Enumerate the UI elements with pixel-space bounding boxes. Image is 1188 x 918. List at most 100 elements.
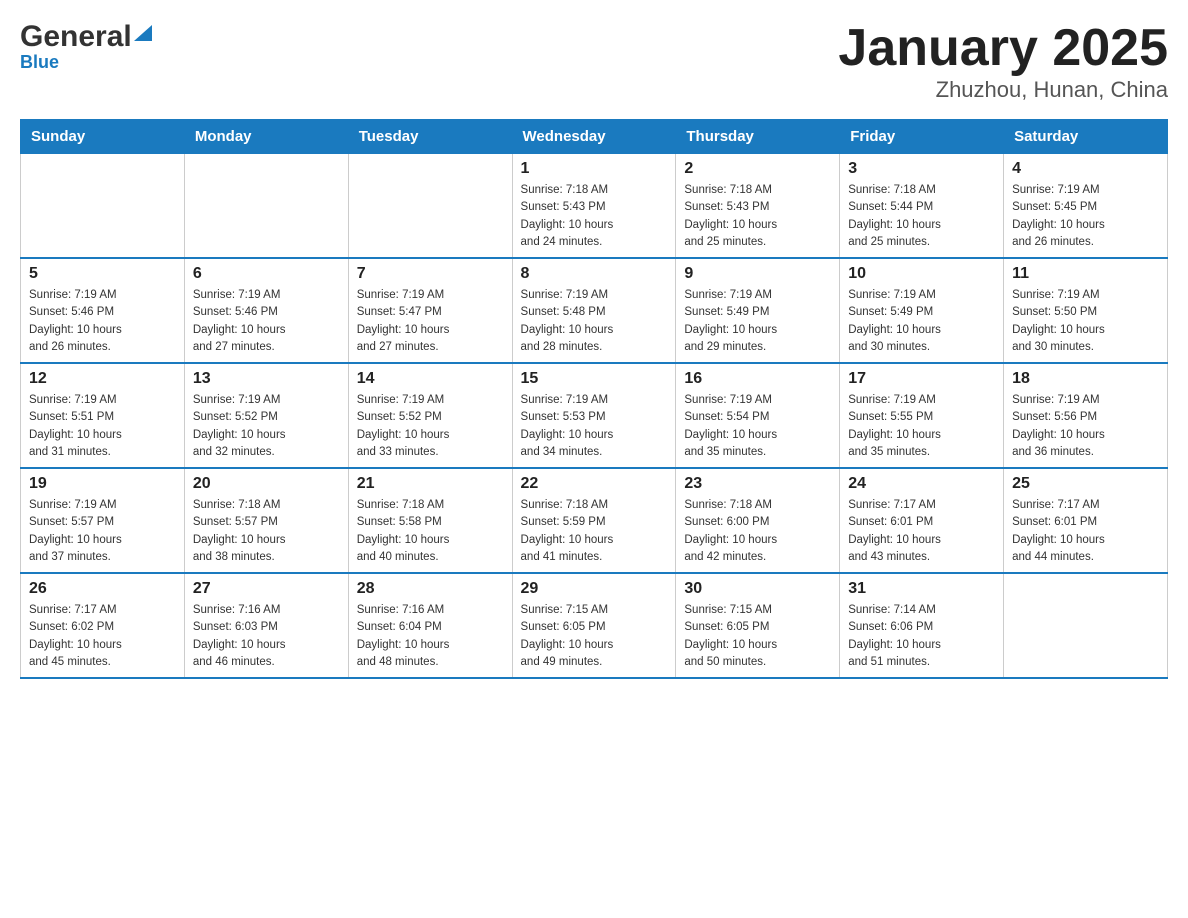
calendar-cell: 29 Sunrise: 7:15 AM Sunset: 6:05 PM Dayli… [512,573,676,678]
day-info: Sunrise: 7:19 AM Sunset: 5:52 PM Dayligh… [357,392,504,461]
day-number: 5 [29,265,176,283]
day-info: Sunrise: 7:15 AM Sunset: 6:05 PM Dayligh… [521,602,668,671]
days-of-week-row: SundayMondayTuesdayWednesdayThursdayFrid… [21,120,1168,154]
day-number: 1 [521,160,668,178]
day-info: Sunrise: 7:19 AM Sunset: 5:54 PM Dayligh… [684,392,831,461]
day-info: Sunrise: 7:19 AM Sunset: 5:55 PM Dayligh… [848,392,995,461]
day-header-monday: Monday [184,120,348,154]
calendar-cell: 16Sunrise: 7:19 AM Sunset: 5:54 PM Dayli… [676,363,840,468]
day-info: Sunrise: 7:19 AM Sunset: 5:50 PM Dayligh… [1012,287,1159,356]
calendar-cell: 19 Sunrise: 7:19 AM Sunset: 5:57 PM Dayli… [21,468,185,573]
calendar-cell: 22Sunrise: 7:18 AM Sunset: 5:59 PM Dayli… [512,468,676,573]
title-block: January 2025 Zhuzhou, Hunan, China [838,20,1168,103]
day-info: Sunrise: 7:19 AM Sunset: 5:51 PM Dayligh… [29,392,176,461]
day-info: Sunrise: 7:17 AM Sunset: 6:02 PM Dayligh… [29,602,176,671]
day-number: 18 [1012,370,1159,388]
calendar-cell: 1 Sunrise: 7:18 AM Sunset: 5:43 PM Daylig… [512,154,676,259]
day-info: Sunrise: 7:14 AM Sunset: 6:06 PM Dayligh… [848,602,995,671]
day-info: Sunrise: 7:18 AM Sunset: 5:43 PM Dayligh… [521,182,668,251]
page-title: January 2025 [838,20,1168,77]
day-number: 4 [1012,160,1159,178]
day-info: Sunrise: 7:19 AM Sunset: 5:45 PM Dayligh… [1012,182,1159,251]
logo-triangle-icon [132,23,154,43]
day-number: 21 [357,475,504,493]
day-info: Sunrise: 7:19 AM Sunset: 5:49 PM Dayligh… [684,287,831,356]
day-header-tuesday: Tuesday [348,120,512,154]
day-number: 15 [521,370,668,388]
calendar-week-1: 1 Sunrise: 7:18 AM Sunset: 5:43 PM Daylig… [21,154,1168,259]
calendar-cell: 4 Sunrise: 7:19 AM Sunset: 5:45 PM Daylig… [1004,154,1168,259]
day-number: 26 [29,580,176,598]
day-number: 24 [848,475,995,493]
day-number: 31 [848,580,995,598]
day-header-sunday: Sunday [21,120,185,154]
calendar-cell: 26 Sunrise: 7:17 AM Sunset: 6:02 PM Dayli… [21,573,185,678]
calendar-week-5: 26 Sunrise: 7:17 AM Sunset: 6:02 PM Dayli… [21,573,1168,678]
day-number: 11 [1012,265,1159,283]
day-info: Sunrise: 7:19 AM Sunset: 5:49 PM Dayligh… [848,287,995,356]
calendar-cell: 17Sunrise: 7:19 AM Sunset: 5:55 PM Dayli… [840,363,1004,468]
day-number: 2 [684,160,831,178]
day-number: 19 [29,475,176,493]
day-number: 13 [193,370,340,388]
calendar-cell: 23 Sunrise: 7:18 AM Sunset: 6:00 PM Dayli… [676,468,840,573]
calendar-cell: 5 Sunrise: 7:19 AM Sunset: 5:46 PM Daylig… [21,258,185,363]
day-header-saturday: Saturday [1004,120,1168,154]
calendar-cell: 20Sunrise: 7:18 AM Sunset: 5:57 PM Dayli… [184,468,348,573]
day-number: 25 [1012,475,1159,493]
day-number: 10 [848,265,995,283]
calendar-cell: 31 Sunrise: 7:14 AM Sunset: 6:06 PM Dayli… [840,573,1004,678]
calendar-cell: 15 Sunrise: 7:19 AM Sunset: 5:53 PM Dayli… [512,363,676,468]
calendar-cell: 30Sunrise: 7:15 AM Sunset: 6:05 PM Dayli… [676,573,840,678]
day-header-thursday: Thursday [676,120,840,154]
calendar-cell: 2 Sunrise: 7:18 AM Sunset: 5:43 PM Daylig… [676,154,840,259]
calendar-cell: 12 Sunrise: 7:19 AM Sunset: 5:51 PM Dayli… [21,363,185,468]
calendar-week-4: 19 Sunrise: 7:19 AM Sunset: 5:57 PM Dayli… [21,468,1168,573]
day-info: Sunrise: 7:19 AM Sunset: 5:52 PM Dayligh… [193,392,340,461]
calendar-cell: 9 Sunrise: 7:19 AM Sunset: 5:49 PM Daylig… [676,258,840,363]
day-info: Sunrise: 7:18 AM Sunset: 5:58 PM Dayligh… [357,497,504,566]
day-info: Sunrise: 7:19 AM Sunset: 5:48 PM Dayligh… [521,287,668,356]
day-number: 8 [521,265,668,283]
day-number: 28 [357,580,504,598]
day-number: 23 [684,475,831,493]
day-info: Sunrise: 7:15 AM Sunset: 6:05 PM Dayligh… [684,602,831,671]
day-info: Sunrise: 7:19 AM Sunset: 5:46 PM Dayligh… [29,287,176,356]
calendar-cell: 8 Sunrise: 7:19 AM Sunset: 5:48 PM Daylig… [512,258,676,363]
day-info: Sunrise: 7:18 AM Sunset: 5:43 PM Dayligh… [684,182,831,251]
calendar-cell: 25 Sunrise: 7:17 AM Sunset: 6:01 PM Dayli… [1004,468,1168,573]
day-number: 9 [684,265,831,283]
day-info: Sunrise: 7:19 AM Sunset: 5:46 PM Dayligh… [193,287,340,356]
calendar-cell: 21 Sunrise: 7:18 AM Sunset: 5:58 PM Dayli… [348,468,512,573]
calendar-body: 1 Sunrise: 7:18 AM Sunset: 5:43 PM Daylig… [21,154,1168,679]
day-number: 3 [848,160,995,178]
day-number: 27 [193,580,340,598]
day-info: Sunrise: 7:19 AM Sunset: 5:53 PM Dayligh… [521,392,668,461]
calendar-cell: 7Sunrise: 7:19 AM Sunset: 5:47 PM Daylig… [348,258,512,363]
day-number: 6 [193,265,340,283]
calendar-cell: 11 Sunrise: 7:19 AM Sunset: 5:50 PM Dayli… [1004,258,1168,363]
logo-blue-text: Blue [20,52,59,73]
calendar-cell: 24Sunrise: 7:17 AM Sunset: 6:01 PM Dayli… [840,468,1004,573]
day-info: Sunrise: 7:16 AM Sunset: 6:04 PM Dayligh… [357,602,504,671]
day-number: 12 [29,370,176,388]
day-number: 20 [193,475,340,493]
day-info: Sunrise: 7:19 AM Sunset: 5:57 PM Dayligh… [29,497,176,566]
day-number: 14 [357,370,504,388]
logo: General Blue [20,20,154,73]
calendar-header: SundayMondayTuesdayWednesdayThursdayFrid… [21,120,1168,154]
calendar-cell: 27Sunrise: 7:16 AM Sunset: 6:03 PM Dayli… [184,573,348,678]
day-number: 29 [521,580,668,598]
calendar-table: SundayMondayTuesdayWednesdayThursdayFrid… [20,119,1168,679]
calendar-cell: 28 Sunrise: 7:16 AM Sunset: 6:04 PM Dayli… [348,573,512,678]
calendar-cell: 10 Sunrise: 7:19 AM Sunset: 5:49 PM Dayli… [840,258,1004,363]
day-info: Sunrise: 7:17 AM Sunset: 6:01 PM Dayligh… [1012,497,1159,566]
calendar-cell [184,154,348,259]
day-info: Sunrise: 7:18 AM Sunset: 6:00 PM Dayligh… [684,497,831,566]
day-header-wednesday: Wednesday [512,120,676,154]
calendar-cell: 13 Sunrise: 7:19 AM Sunset: 5:52 PM Dayli… [184,363,348,468]
calendar-cell: 14 Sunrise: 7:19 AM Sunset: 5:52 PM Dayli… [348,363,512,468]
calendar-cell [348,154,512,259]
logo-general-text: General [20,20,132,54]
calendar-cell [1004,573,1168,678]
